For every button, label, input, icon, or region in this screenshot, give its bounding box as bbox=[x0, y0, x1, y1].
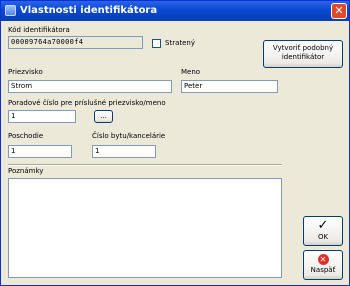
create-similar-label: Vytvoriť podobný identifikátor bbox=[272, 44, 334, 61]
cancel-icon: ✕ bbox=[317, 254, 329, 265]
order-browse-label: ... bbox=[100, 112, 107, 120]
window-title: Vlastnosti identifikátora bbox=[20, 5, 158, 16]
ok-label: OK bbox=[317, 233, 329, 241]
room-field[interactable]: 1 bbox=[92, 145, 156, 158]
close-button[interactable]: ✕ bbox=[331, 3, 347, 19]
back-label: Naspäť bbox=[310, 266, 336, 274]
separator bbox=[8, 164, 282, 166]
id-code-field: 00009764a70000f4 bbox=[8, 36, 143, 49]
room-label: Číslo bytu/kancelárie bbox=[92, 132, 166, 140]
surname-field[interactable]: Strom bbox=[8, 80, 172, 93]
notes-label: Poznámky bbox=[8, 167, 44, 175]
floor-label: Poschodie bbox=[8, 132, 44, 140]
properties-dialog: Vlastnosti identifikátora ✕ Kód identifi… bbox=[0, 0, 350, 286]
floor-field[interactable]: 1 bbox=[8, 145, 72, 158]
id-code-label: Kód identifikátora bbox=[8, 26, 70, 34]
window-icon bbox=[5, 5, 16, 16]
order-browse-button[interactable]: ... bbox=[94, 110, 113, 123]
ok-button[interactable]: ✓ OK bbox=[303, 216, 343, 246]
notes-textarea[interactable] bbox=[8, 178, 282, 278]
firstname-label: Meno bbox=[181, 68, 201, 76]
order-field[interactable]: 1 bbox=[8, 110, 76, 123]
surname-label: Priezvisko bbox=[8, 68, 43, 76]
checkmark-icon: ✓ bbox=[317, 218, 329, 233]
title-bar[interactable]: Vlastnosti identifikátora ✕ bbox=[1, 1, 349, 21]
lost-label: Stratený bbox=[165, 39, 195, 47]
create-similar-button[interactable]: Vytvoriť podobný identifikátor bbox=[263, 40, 343, 68]
close-icon: ✕ bbox=[334, 4, 344, 17]
lost-checkbox[interactable] bbox=[152, 39, 161, 48]
order-label: Poradové číslo pre príslušné priezvisko/… bbox=[8, 99, 166, 107]
firstname-field[interactable]: Peter bbox=[181, 80, 278, 93]
back-button[interactable]: ✕ Naspäť bbox=[303, 250, 343, 280]
